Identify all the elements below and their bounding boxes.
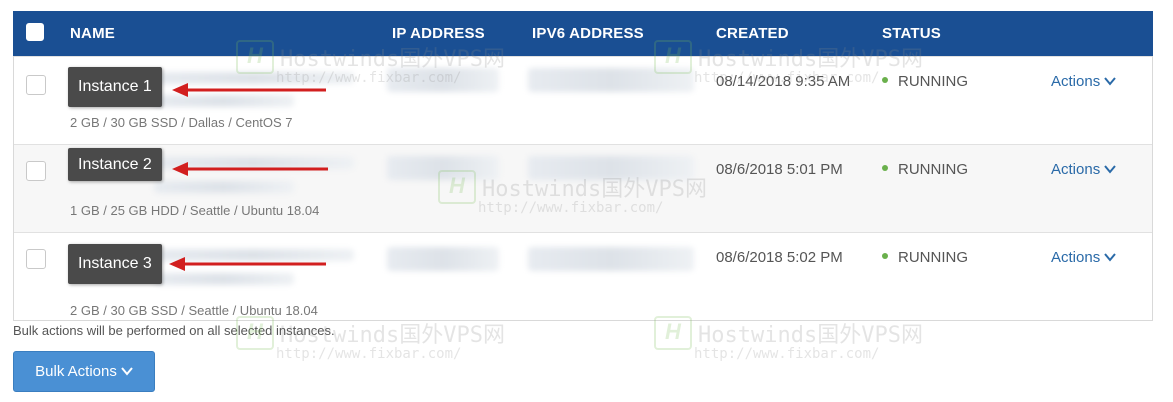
red-arrow-icon (172, 162, 328, 176)
chevron-down-icon (1104, 73, 1116, 90)
actions-label: Actions (1051, 249, 1101, 266)
header-name[interactable]: NAME (70, 25, 115, 42)
actions-dropdown[interactable]: Actions (1051, 161, 1116, 178)
status-badge: RUNNING (882, 249, 968, 266)
created-date: 08/6/2018 5:01 PM (716, 161, 843, 178)
instance-specs: 2 GB / 30 GB SSD / Dallas / CentOS 7 (70, 115, 293, 130)
header-status[interactable]: STATUS (882, 25, 941, 42)
table-row: Instance 1 2 GB / 30 GB SSD / Dallas / C… (14, 56, 1152, 145)
header-ip-address[interactable]: IP ADDRESS (392, 25, 485, 42)
redacted-ip (387, 247, 499, 271)
instance-name-label[interactable]: Instance 2 (68, 148, 162, 181)
instance-name-label[interactable]: Instance 1 (68, 67, 162, 107)
redacted-ip (387, 68, 499, 92)
status-dot-icon (882, 165, 888, 172)
actions-label: Actions (1051, 161, 1101, 178)
created-date: 08/14/2018 9:35 AM (716, 73, 851, 90)
table-row: Instance 3 2 GB / 30 GB SSD / Seattle / … (14, 232, 1152, 321)
actions-dropdown[interactable]: Actions (1051, 73, 1116, 90)
status-dot-icon (882, 77, 888, 84)
red-arrow-icon (169, 257, 326, 271)
redacted-ipv6 (528, 68, 694, 92)
bulk-actions-label: Bulk Actions (35, 363, 117, 380)
chevron-down-icon (1104, 249, 1116, 266)
chevron-down-icon (1104, 161, 1116, 178)
status-badge: RUNNING (882, 161, 968, 178)
row-checkbox[interactable] (26, 249, 46, 269)
row-checkbox[interactable] (26, 161, 46, 181)
status-text: RUNNING (898, 249, 968, 266)
bulk-actions-button[interactable]: Bulk Actions (13, 351, 155, 392)
watermark-text: Hostwinds国外VPS网 (698, 323, 923, 348)
redacted-hostname (154, 181, 294, 193)
redacted-ipv6 (528, 156, 694, 180)
status-dot-icon (882, 253, 888, 260)
actions-label: Actions (1051, 73, 1101, 90)
watermark-url: http://www.fixbar.com/ (276, 346, 462, 362)
actions-dropdown[interactable]: Actions (1051, 249, 1116, 266)
select-all-checkbox[interactable] (26, 23, 44, 41)
watermark-url: http://www.fixbar.com/ (694, 346, 880, 362)
row-checkbox[interactable] (26, 75, 46, 95)
bulk-actions-note: Bulk actions will be performed on all se… (13, 323, 335, 338)
red-arrow-icon (172, 83, 326, 97)
status-text: RUNNING (898, 161, 968, 178)
created-date: 08/6/2018 5:02 PM (716, 249, 843, 266)
instance-name-label[interactable]: Instance 3 (68, 244, 162, 284)
instance-specs: 2 GB / 30 GB SSD / Seattle / Ubuntu 18.0… (70, 303, 318, 318)
table-row: Instance 2 1 GB / 25 GB HDD / Seattle / … (14, 144, 1152, 233)
header-ipv6-address[interactable]: IPV6 ADDRESS (532, 25, 644, 42)
status-text: RUNNING (898, 73, 968, 90)
redacted-ip (387, 156, 499, 180)
instances-table: NAME IP ADDRESS IPV6 ADDRESS CREATED STA… (13, 11, 1153, 321)
redacted-hostname (154, 273, 294, 285)
watermark: H Hostwinds国外VPS网 http://www.fixbar.com/ (654, 316, 923, 362)
header-created[interactable]: CREATED (716, 25, 789, 42)
chevron-down-icon (121, 352, 133, 391)
watermark-logo: H (654, 316, 692, 350)
instance-specs: 1 GB / 25 GB HDD / Seattle / Ubuntu 18.0… (70, 203, 320, 218)
redacted-ipv6 (528, 247, 694, 271)
table-header: NAME IP ADDRESS IPV6 ADDRESS CREATED STA… (13, 11, 1153, 56)
status-badge: RUNNING (882, 73, 968, 90)
